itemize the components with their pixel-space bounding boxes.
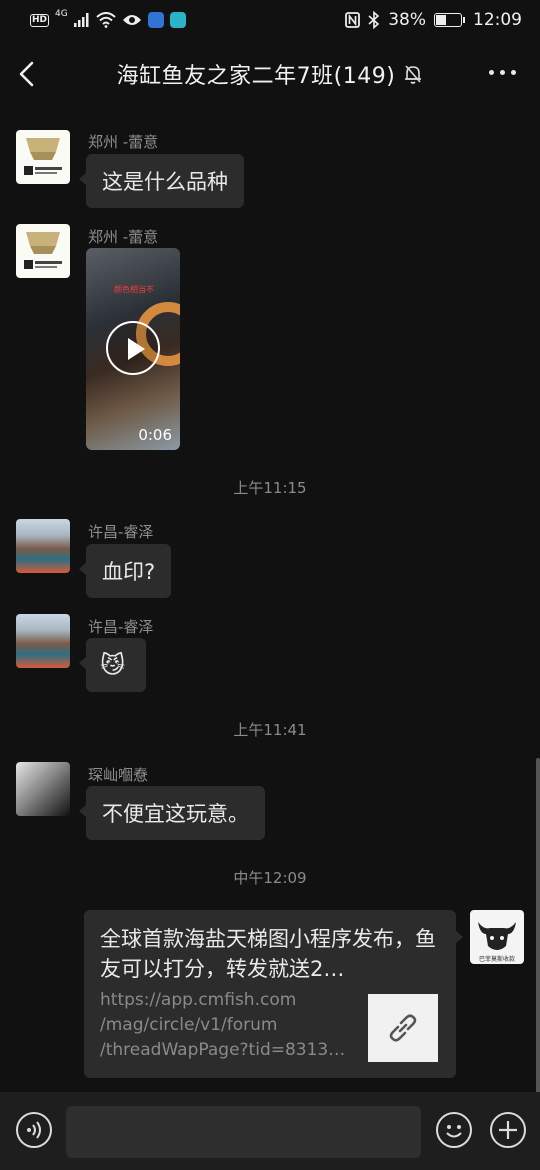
voice-button[interactable]: [16, 1112, 52, 1148]
input-bar: [0, 1092, 540, 1170]
app-icon-cyan: [169, 12, 186, 28]
app-icon-blue: [147, 12, 164, 28]
more-button[interactable]: [489, 70, 516, 75]
timestamp: 中午12:09: [233, 869, 307, 887]
wifi-icon: [96, 12, 116, 28]
video-duration: 0:06: [138, 426, 172, 444]
signal-icon: [73, 13, 89, 27]
scroll-indicator[interactable]: [536, 758, 540, 1094]
text-bubble[interactable]: 不便宜这玩意。: [79, 786, 265, 840]
message-input[interactable]: [66, 1106, 421, 1158]
sender-name: 许昌-睿泽: [88, 618, 154, 636]
avatar[interactable]: [16, 762, 70, 816]
chat-title: 海缸鱼友之家二年7班(149): [116, 64, 396, 89]
timestamp: 上午11:15: [233, 479, 307, 497]
emoji-bubble[interactable]: 😼: [79, 638, 146, 692]
chat-header: 海缸鱼友之家二年7班(149): [0, 40, 540, 108]
add-icon: [499, 1121, 517, 1139]
link-icon: [389, 1014, 417, 1042]
play-icon[interactable]: [106, 321, 160, 375]
sender-name: 许昌-睿泽: [88, 523, 154, 541]
self-avatar-label: 巴菲莫斯收款: [479, 955, 515, 963]
emoji-button[interactable]: [436, 1112, 472, 1148]
avatar[interactable]: [16, 614, 70, 668]
link-title: 全球首款海盐天梯图小程序发布，鱼友可以打分，转发就送2…: [100, 927, 436, 981]
video-caption: 颜色相当不: [114, 285, 154, 294]
add-button[interactable]: [490, 1112, 526, 1148]
avatar[interactable]: [16, 519, 70, 573]
link-thumbnail: [368, 994, 438, 1062]
sender-name: 琛屾嗰憃: [88, 766, 149, 784]
sender-name: 郑州 -蕾意: [88, 228, 159, 246]
status-bar: HD 4G 38% 12:09: [0, 0, 540, 40]
self-avatar[interactable]: 巴菲莫斯收款: [470, 910, 524, 964]
mute-bell-icon: [405, 65, 422, 84]
timestamp: 上午11:41: [233, 721, 307, 739]
chandelier-logo-icon: [24, 138, 62, 175]
chandelier-logo-icon: [24, 232, 62, 269]
voice-icon: [27, 1121, 41, 1139]
text-bubble[interactable]: 血印?: [78, 544, 172, 598]
more-icon: [489, 70, 494, 75]
emoji-icon: [446, 1125, 462, 1138]
link-card[interactable]: 全球首款海盐天梯图小程序发布，鱼友可以打分，转发就送2… https://app…: [84, 910, 463, 1078]
avatar[interactable]: [16, 130, 70, 184]
hd-icon: HD: [30, 13, 50, 27]
bluetooth-icon: [368, 11, 380, 29]
battery-percent: 38%: [388, 10, 426, 30]
link-url: https://app.cmfish.com /mag/circle/v1/fo…: [100, 990, 346, 1060]
nfc-icon: [345, 12, 361, 28]
network-type: 4G: [55, 9, 68, 19]
video-message[interactable]: 颜色相当不 0:06: [86, 248, 180, 450]
text-bubble[interactable]: 这是什么品种: [79, 154, 244, 208]
ox-logo-icon: 巴菲莫斯收款: [478, 922, 516, 963]
battery-icon: [434, 13, 465, 27]
avatar[interactable]: [16, 224, 70, 278]
status-time: 12:09: [473, 10, 522, 30]
sender-name: 郑州 -蕾意: [88, 133, 159, 151]
eye-icon: [122, 15, 141, 25]
